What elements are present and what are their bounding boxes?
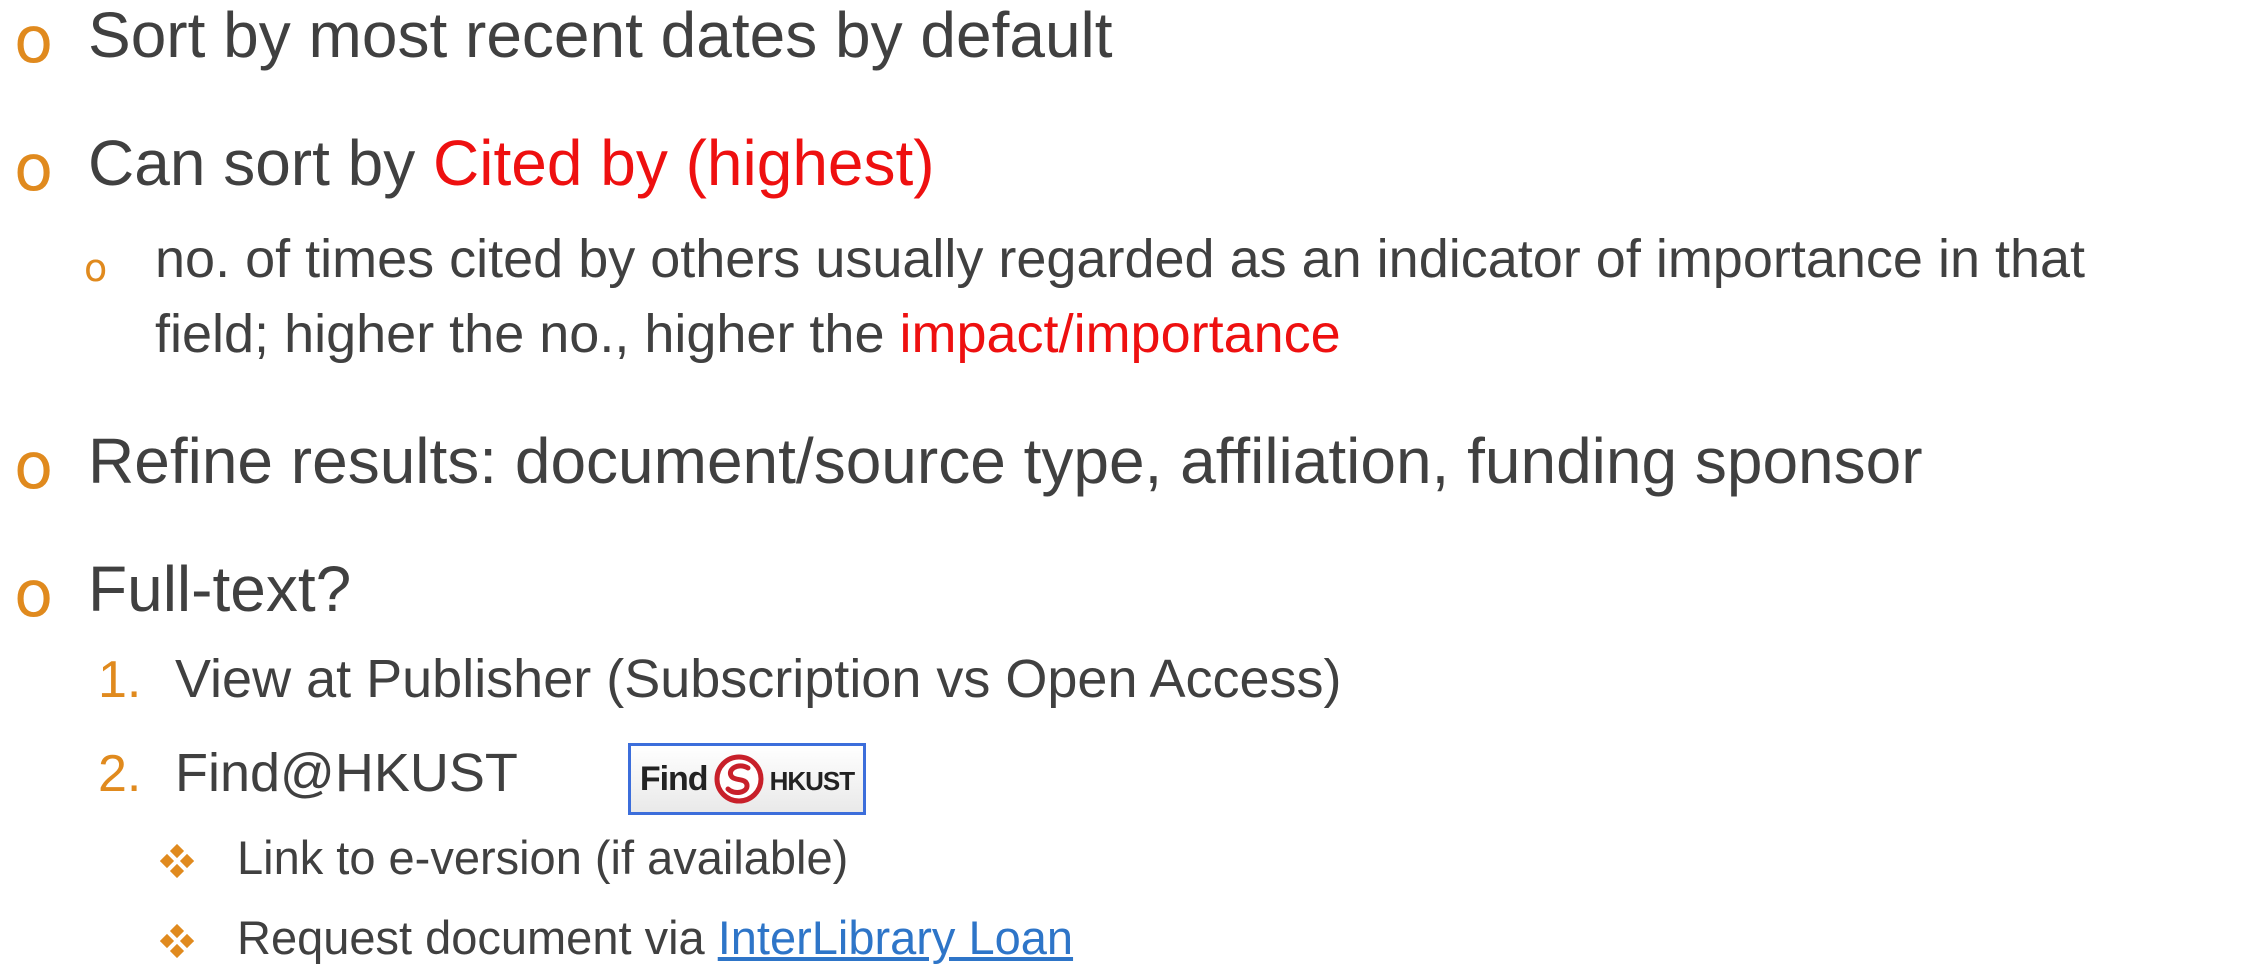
bullet-fulltext: Full-text?	[88, 553, 352, 625]
cited-note-text: field; higher the no., higher the	[155, 304, 900, 364]
sub-item-eversion: Link to e-version (if available)	[237, 831, 849, 884]
interlibrary-loan-link[interactable]: InterLibrary Loan	[718, 911, 1073, 964]
bullet-circle-icon: o	[14, 558, 54, 632]
bullet-refine: Refine results: document/source type, af…	[88, 425, 1923, 497]
bullet-circle-icon: o	[14, 4, 54, 78]
bullet-circle-icon: o	[14, 132, 54, 206]
hkust-logo-icon	[714, 754, 764, 804]
diamond-bullet-icon	[160, 924, 194, 958]
cited-by-highlight: Cited by (highest)	[433, 127, 935, 199]
diamond-bullet-icon	[160, 844, 194, 878]
bullet-sort-default: Sort by most recent dates by default	[88, 0, 1113, 71]
step-find-hkust: Find@HKUST	[175, 743, 518, 803]
find-button-label: Find	[639, 759, 709, 798]
bullet-circle-icon: o	[14, 430, 54, 504]
step-number: 1.	[98, 651, 142, 709]
cited-note-line1: no. of times cited by others usually reg…	[155, 229, 2086, 289]
step-view-publisher: View at Publisher (Subscription vs Open …	[175, 649, 1342, 709]
sub-item-request: Request document via InterLibrary Loan	[237, 910, 1073, 965]
cited-note-line2: field; higher the no., higher the impact…	[155, 303, 1341, 365]
find-hkust-button[interactable]: Find HKUST	[628, 743, 866, 815]
bullet-can-sort: Can sort by Cited by (highest)	[88, 126, 935, 200]
can-sort-text: Can sort by	[88, 127, 434, 199]
find-button-brand: HKUST	[769, 765, 856, 796]
step-number: 2.	[98, 745, 142, 803]
impact-highlight: impact/importance	[899, 304, 1341, 364]
sub-bullet-circle-icon: o	[84, 246, 108, 290]
request-text: Request document via	[237, 911, 718, 964]
